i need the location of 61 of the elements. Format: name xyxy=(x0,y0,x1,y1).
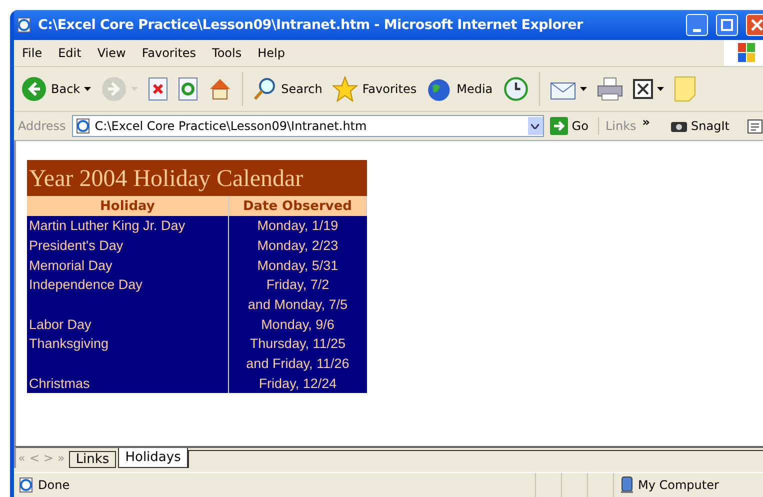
table-cell: Thursday, 11/25 xyxy=(228,334,366,354)
table-cell: Memorial Day xyxy=(27,255,228,276)
search-button[interactable]: Search xyxy=(250,75,326,103)
sheet-tab[interactable]: Holidays xyxy=(118,448,188,468)
favorites-button[interactable]: Favorites xyxy=(329,74,420,104)
stop-page-icon xyxy=(148,77,168,101)
zone-text: My Computer xyxy=(638,478,719,492)
star-icon xyxy=(332,76,358,102)
minimize-icon xyxy=(693,28,701,32)
table-cell: and Friday, 11/26 xyxy=(228,354,366,374)
address-label: Address xyxy=(18,119,66,133)
maximize-icon xyxy=(721,19,733,31)
sheet-tab[interactable]: Links xyxy=(68,451,116,468)
menu-item[interactable]: Edit xyxy=(50,46,90,60)
table-cell: Friday, 12/24 xyxy=(228,374,366,394)
table-cell: and Monday, 7/5 xyxy=(228,294,366,314)
table-cell: Monday, 2/23 xyxy=(228,236,366,256)
address-field[interactable]: C:\Excel Core Practice\Lesson09\Intranet.htm xyxy=(72,115,544,137)
table-cell: Christmas xyxy=(27,374,228,394)
menu-item[interactable]: Help xyxy=(250,46,293,60)
windows-logo-icon xyxy=(724,40,763,66)
menu-item[interactable]: File xyxy=(14,46,50,60)
home-icon xyxy=(208,77,232,101)
caret-icon xyxy=(656,87,664,91)
edit-document-icon xyxy=(632,79,653,99)
table-cell: Martin Luther King Jr. Day xyxy=(27,216,228,236)
table-cell: Monday, 5/31 xyxy=(228,255,366,276)
table-cell: Friday, 7/2 xyxy=(228,275,366,295)
table-cell: Labor Day xyxy=(27,314,228,334)
more-links-chevron[interactable]: » xyxy=(642,115,650,129)
table-cell: Monday, 1/19 xyxy=(228,216,366,236)
column-header: Holiday xyxy=(27,196,228,216)
printer-icon xyxy=(596,77,623,101)
status-text: Done xyxy=(38,478,70,492)
table-title: Year 2004 Holiday Calendar xyxy=(27,160,366,196)
properties-icon[interactable] xyxy=(746,117,763,135)
table-cell: President's Day xyxy=(27,236,228,256)
camera-icon xyxy=(671,120,688,132)
caret-icon xyxy=(580,87,587,91)
menu-item[interactable]: Tools xyxy=(204,46,250,60)
close-button[interactable] xyxy=(746,14,763,36)
maximize-button[interactable] xyxy=(716,14,738,36)
refresh-page-icon xyxy=(178,77,198,101)
back-button[interactable]: Back xyxy=(18,74,94,104)
note-icon xyxy=(674,76,696,102)
go-button[interactable]: Go xyxy=(550,117,600,135)
menu-item[interactable]: Favorites xyxy=(134,46,204,60)
caret-icon xyxy=(84,87,92,91)
computer-icon xyxy=(620,476,634,494)
media-button[interactable]: Media xyxy=(424,74,496,104)
minimize-button[interactable] xyxy=(686,14,708,36)
clock-icon xyxy=(502,76,529,102)
table-cell: Independence Day xyxy=(27,275,228,295)
table-cell: Monday, 9/6 xyxy=(228,314,366,334)
menu-item[interactable]: View xyxy=(89,46,134,60)
window-title: C:\Excel Core Practice\Lesson09\Intranet.htm - Microsoft Internet Explorer xyxy=(38,17,584,33)
table-cell: Thanksgiving xyxy=(27,334,228,354)
close-icon xyxy=(751,19,763,31)
column-header: Date Observed xyxy=(228,196,366,216)
magnifier-icon xyxy=(253,77,278,101)
snagit-button[interactable]: SnagIt xyxy=(668,117,732,135)
